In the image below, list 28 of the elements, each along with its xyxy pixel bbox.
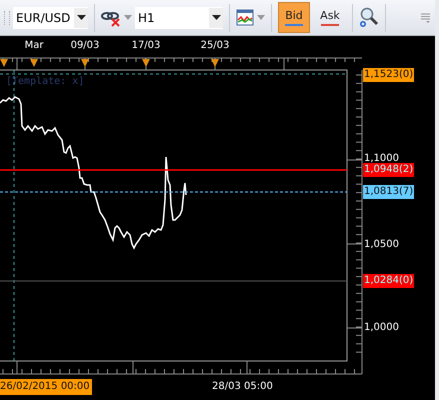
caret-icon[interactable] <box>76 15 86 20</box>
marker-icon[interactable] <box>81 59 89 67</box>
price-label: 1,1000 <box>363 152 400 164</box>
date-label: 09/03 <box>70 40 100 51</box>
ask-button[interactable]: Ask <box>314 2 346 33</box>
timeframe-dropdown[interactable]: H1 <box>135 6 223 28</box>
search-icon[interactable] <box>359 6 379 28</box>
price-label: 1,0500 <box>363 238 400 252</box>
price-marker: 1,0284(0) <box>363 274 414 288</box>
price-label: 1,0000 <box>363 321 400 335</box>
toolbar-grip[interactable] <box>4 10 10 24</box>
price-marker: 1,1523(0) <box>363 68 414 82</box>
marker-icon[interactable] <box>0 59 8 67</box>
caret-icon[interactable] <box>212 15 220 20</box>
bid-button[interactable]: Bid <box>278 2 310 33</box>
price-marker: 1,0813(7) <box>363 185 414 199</box>
date-label: Mar <box>24 40 44 51</box>
time-marker: 26/02/2015 00:00 <box>0 379 92 395</box>
marker-icon[interactable] <box>211 59 219 67</box>
symbol-dropdown[interactable]: EUR/USD <box>13 6 88 28</box>
chart-type-icon[interactable] <box>236 8 254 26</box>
marker-icon[interactable] <box>142 59 150 67</box>
marker-icon[interactable] <box>30 59 38 67</box>
date-label: 17/03 <box>132 40 160 51</box>
price-marker: 1,0948(2) <box>363 163 414 177</box>
template-label: [Template: x] <box>6 76 84 87</box>
date-label: 25/03 <box>200 40 230 51</box>
time-label: 28/03 05:00 <box>212 380 273 394</box>
